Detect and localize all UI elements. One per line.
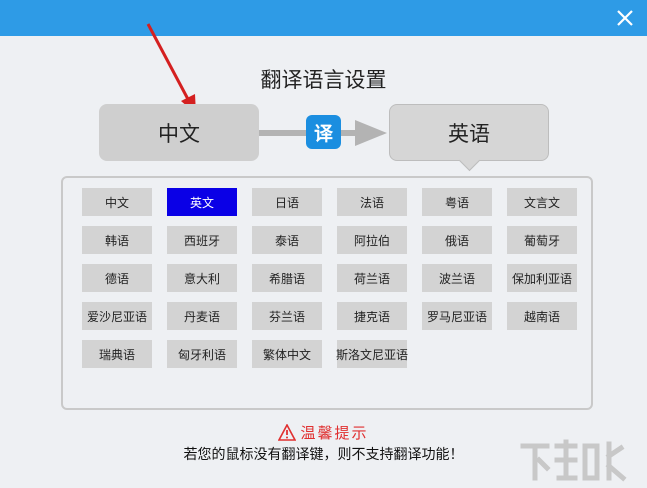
language-button[interactable]: 俄语 [422,226,492,254]
language-button[interactable]: 繁体中文 [252,340,322,368]
language-button[interactable]: 芬兰语 [252,302,322,330]
target-language-box[interactable]: 英语 [389,104,549,172]
language-button[interactable]: 德语 [82,264,152,292]
language-button[interactable]: 爱沙尼亚语 [82,302,152,330]
language-button[interactable]: 意大利 [167,264,237,292]
language-button[interactable]: 越南语 [507,302,577,330]
language-button[interactable]: 希腊语 [252,264,322,292]
language-button[interactable]: 阿拉伯 [337,226,407,254]
language-button[interactable]: 波兰语 [422,264,492,292]
source-language-box[interactable]: 中文 [99,104,259,161]
language-panel: 中文 英文 日语 法语 粤语 文言文韩语 西班牙 泰语 阿拉伯 俄语 葡萄牙德语 意大利 希腊语 荷兰语波… [61,176,593,410]
source-language-label: 中文 [158,121,200,146]
callout-tail [458,149,481,172]
language-button[interactable]: 罗马尼亚语 [422,302,492,330]
close-button[interactable] [613,6,637,30]
warning-icon [278,424,297,441]
language-button[interactable]: 西班牙 [167,226,237,254]
target-language-label: 英语 [448,121,490,146]
page-title: 翻译语言设置 [260,68,387,92]
language-button[interactable]: 瑞典语 [82,340,152,368]
language-button[interactable]: 英文 [167,188,237,216]
language-button[interactable]: 斯洛文尼亚语 [336,340,408,368]
tip-title: 温馨提示 [300,424,369,442]
translate-badge: 译 [306,115,341,149]
close-icon [617,10,633,26]
language-button[interactable]: 法语 [337,188,407,216]
language-button[interactable]: 保加利亚语 [507,264,577,292]
language-button[interactable]: 捷克语 [337,302,407,330]
language-button[interactable]: 葡萄牙 [507,226,577,254]
language-button[interactable]: 粤语 [422,188,492,216]
language-button[interactable]: 韩语 [82,226,152,254]
language-button[interactable]: 文言文 [507,188,577,216]
language-button[interactable]: 匈牙利语 [167,340,237,368]
language-button[interactable]: 丹麦语 [167,302,237,330]
watermark-logo [520,439,627,482]
language-button[interactable]: 日语 [252,188,322,216]
language-button[interactable]: 中文 [82,188,152,216]
language-button[interactable]: 泰语 [252,226,322,254]
language-button[interactable]: 荷兰语 [337,264,407,292]
